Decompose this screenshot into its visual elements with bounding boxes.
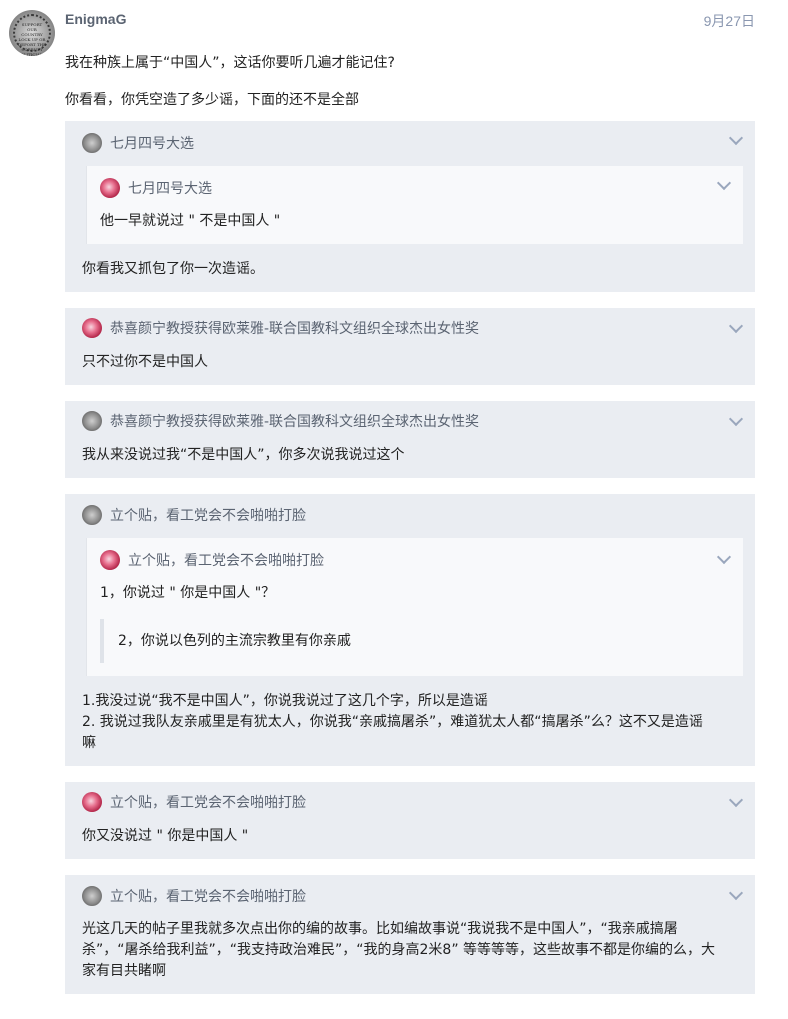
quote-header: 七月四号大选 — [82, 133, 194, 153]
avatar[interactable]: SUPPORT OUR COUNTRY LOCK UP OR DEPORT TH… — [9, 10, 55, 56]
quote-text: 只不过你不是中国人 — [82, 354, 208, 370]
quote-text-line: 1.我没过说“我不是中国人”，你说我说过了这几个字，所以是造谣 — [82, 693, 488, 709]
blockquote: 2，你说以色列的主流宗教里有你亲戚 — [100, 619, 720, 663]
nested-quote: 七月四号大选 他一早就说过 " 不是中国人 " — [86, 166, 743, 244]
quote-block: 立个贴，看工党会不会啪啪打脸 光这几天的帖子里我就多次点出你的编的故事。比如编故… — [65, 875, 755, 994]
quote-text-line: 嘛 — [82, 735, 96, 751]
quote-text: 我从来没说过我“不是中国人”，你多次说我说过这个 — [82, 447, 405, 463]
avatar[interactable] — [82, 133, 102, 153]
quote-block: 恭喜颜宁教授获得欧莱雅-联合国教科文组织全球杰出女性奖 只不过你不是中国人 — [65, 308, 755, 385]
quote-author[interactable]: 立个贴，看工党会不会啪啪打脸 — [128, 550, 324, 570]
quote-text-line: 光这几天的帖子里我就多次点出你的编的故事。比如编故事说“我说我不是中国人”，“我… — [82, 921, 678, 937]
avatar-text: SUPPORT OUR COUNTRY LOCK UP OR DEPORT TH… — [17, 22, 47, 56]
avatar[interactable] — [100, 178, 120, 198]
quote-block: 恭喜颜宁教授获得欧莱雅-联合国教科文组织全球杰出女性奖 我从来没说过我“不是中国… — [65, 401, 755, 478]
quote-text: 你看我又抓包了你一次造谣。 — [82, 261, 264, 277]
avatar[interactable] — [82, 411, 102, 431]
quote-block: 立个贴，看工党会不会啪啪打脸 立个贴，看工党会不会啪啪打脸 1，你说过 " 你是… — [65, 494, 755, 766]
quote-author[interactable]: 立个贴，看工党会不会啪啪打脸 — [110, 792, 306, 812]
quote-block: 立个贴，看工党会不会啪啪打脸 你又没说过 " 你是中国人 " — [65, 782, 755, 859]
quote-text-line: 家有目共睹啊 — [82, 963, 166, 979]
chevron-down-icon[interactable] — [716, 549, 732, 565]
username[interactable]: EnigmaG — [65, 11, 126, 27]
quote-author[interactable]: 恭喜颜宁教授获得欧莱雅-联合国教科文组织全球杰出女性奖 — [110, 318, 479, 338]
avatar[interactable] — [82, 886, 102, 906]
chevron-down-icon[interactable] — [716, 175, 732, 191]
chevron-down-icon[interactable] — [728, 130, 744, 146]
quote-author[interactable]: 立个贴，看工党会不会啪啪打脸 — [110, 505, 306, 525]
chevron-down-icon[interactable] — [728, 885, 744, 901]
nested-quote: 立个贴，看工党会不会啪啪打脸 1，你说过 " 你是中国人 "？ 2，你说以色列的… — [86, 538, 743, 676]
post-paragraph: 我在种族上属于“中国人”，这话你要听几遍才能记住? — [65, 55, 395, 71]
quote-block: 七月四号大选 七月四号大选 他一早就说过 " 不是中国人 " 你看我又抓包了你一… — [65, 121, 755, 292]
quote-author[interactable]: 立个贴，看工党会不会啪啪打脸 — [110, 886, 306, 906]
quote-author[interactable]: 七月四号大选 — [128, 178, 212, 198]
quote-text-line: 杀”，“屠杀给我利益”，“我支持政治难民”，“我的身高2米8” 等等等等，这些故… — [82, 942, 716, 958]
avatar[interactable] — [100, 550, 120, 570]
quote-author[interactable]: 七月四号大选 — [110, 133, 194, 153]
chevron-down-icon[interactable] — [728, 792, 744, 808]
post-date[interactable]: 9月27日 — [704, 11, 755, 31]
avatar[interactable] — [82, 318, 102, 338]
quote-text-line: 2. 我说过我队友亲戚里是有犹太人，你说我“亲戚搞屠杀”，难道犹太人都“搞屠杀”… — [82, 714, 703, 730]
quote-author[interactable]: 恭喜颜宁教授获得欧莱雅-联合国教科文组织全球杰出女性奖 — [110, 411, 479, 431]
avatar[interactable] — [82, 792, 102, 812]
post-paragraph: 你看看，你凭空造了多少谣，下面的还不是全部 — [65, 92, 359, 108]
avatar[interactable] — [82, 505, 102, 525]
quote-text: 1，你说过 " 你是中国人 "？ — [100, 585, 276, 601]
quote-text: 你又没说过 " 你是中国人 " — [82, 828, 249, 844]
chevron-down-icon[interactable] — [728, 318, 744, 334]
chevron-down-icon[interactable] — [728, 411, 744, 427]
quote-text: 他一早就说过 " 不是中国人 " — [100, 213, 281, 229]
